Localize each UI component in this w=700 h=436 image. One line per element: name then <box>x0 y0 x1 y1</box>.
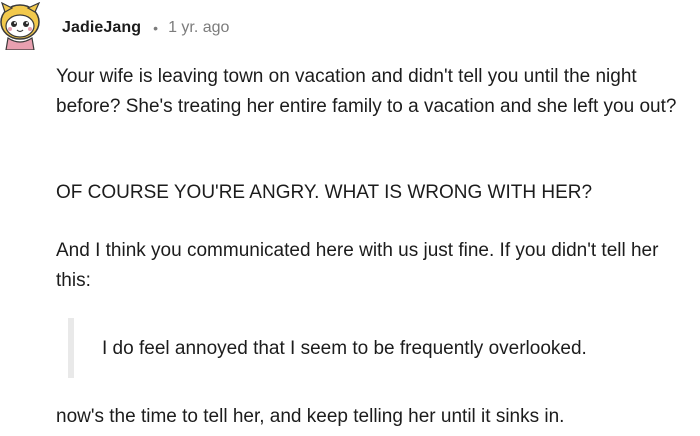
snoo-avatar-icon[interactable] <box>0 2 44 50</box>
comment-timestamp[interactable]: 1 yr. ago <box>168 19 229 37</box>
blockquote-text: I do feel annoyed that I seem to be freq… <box>102 338 587 359</box>
author-username[interactable]: JadieJang <box>62 19 141 37</box>
comment-paragraph: Your wife is leaving town on vacation an… <box>56 66 677 117</box>
comment: JadieJang • 1 yr. ago Your wife is leavi… <box>0 0 700 436</box>
avatar-illustration <box>0 2 41 50</box>
blockquote: I do feel annoyed that I seem to be freq… <box>68 318 688 378</box>
comment-header: JadieJang • 1 yr. ago <box>62 14 229 42</box>
comment-paragraph: And I think you communicated here with u… <box>56 240 659 291</box>
comment-paragraph: now's the time to tell her, and keep tel… <box>56 406 565 427</box>
meta-separator: • <box>153 20 159 36</box>
comment-paragraph: OF COURSE YOU'RE ANGRY. WHAT IS WRONG WI… <box>56 182 593 203</box>
